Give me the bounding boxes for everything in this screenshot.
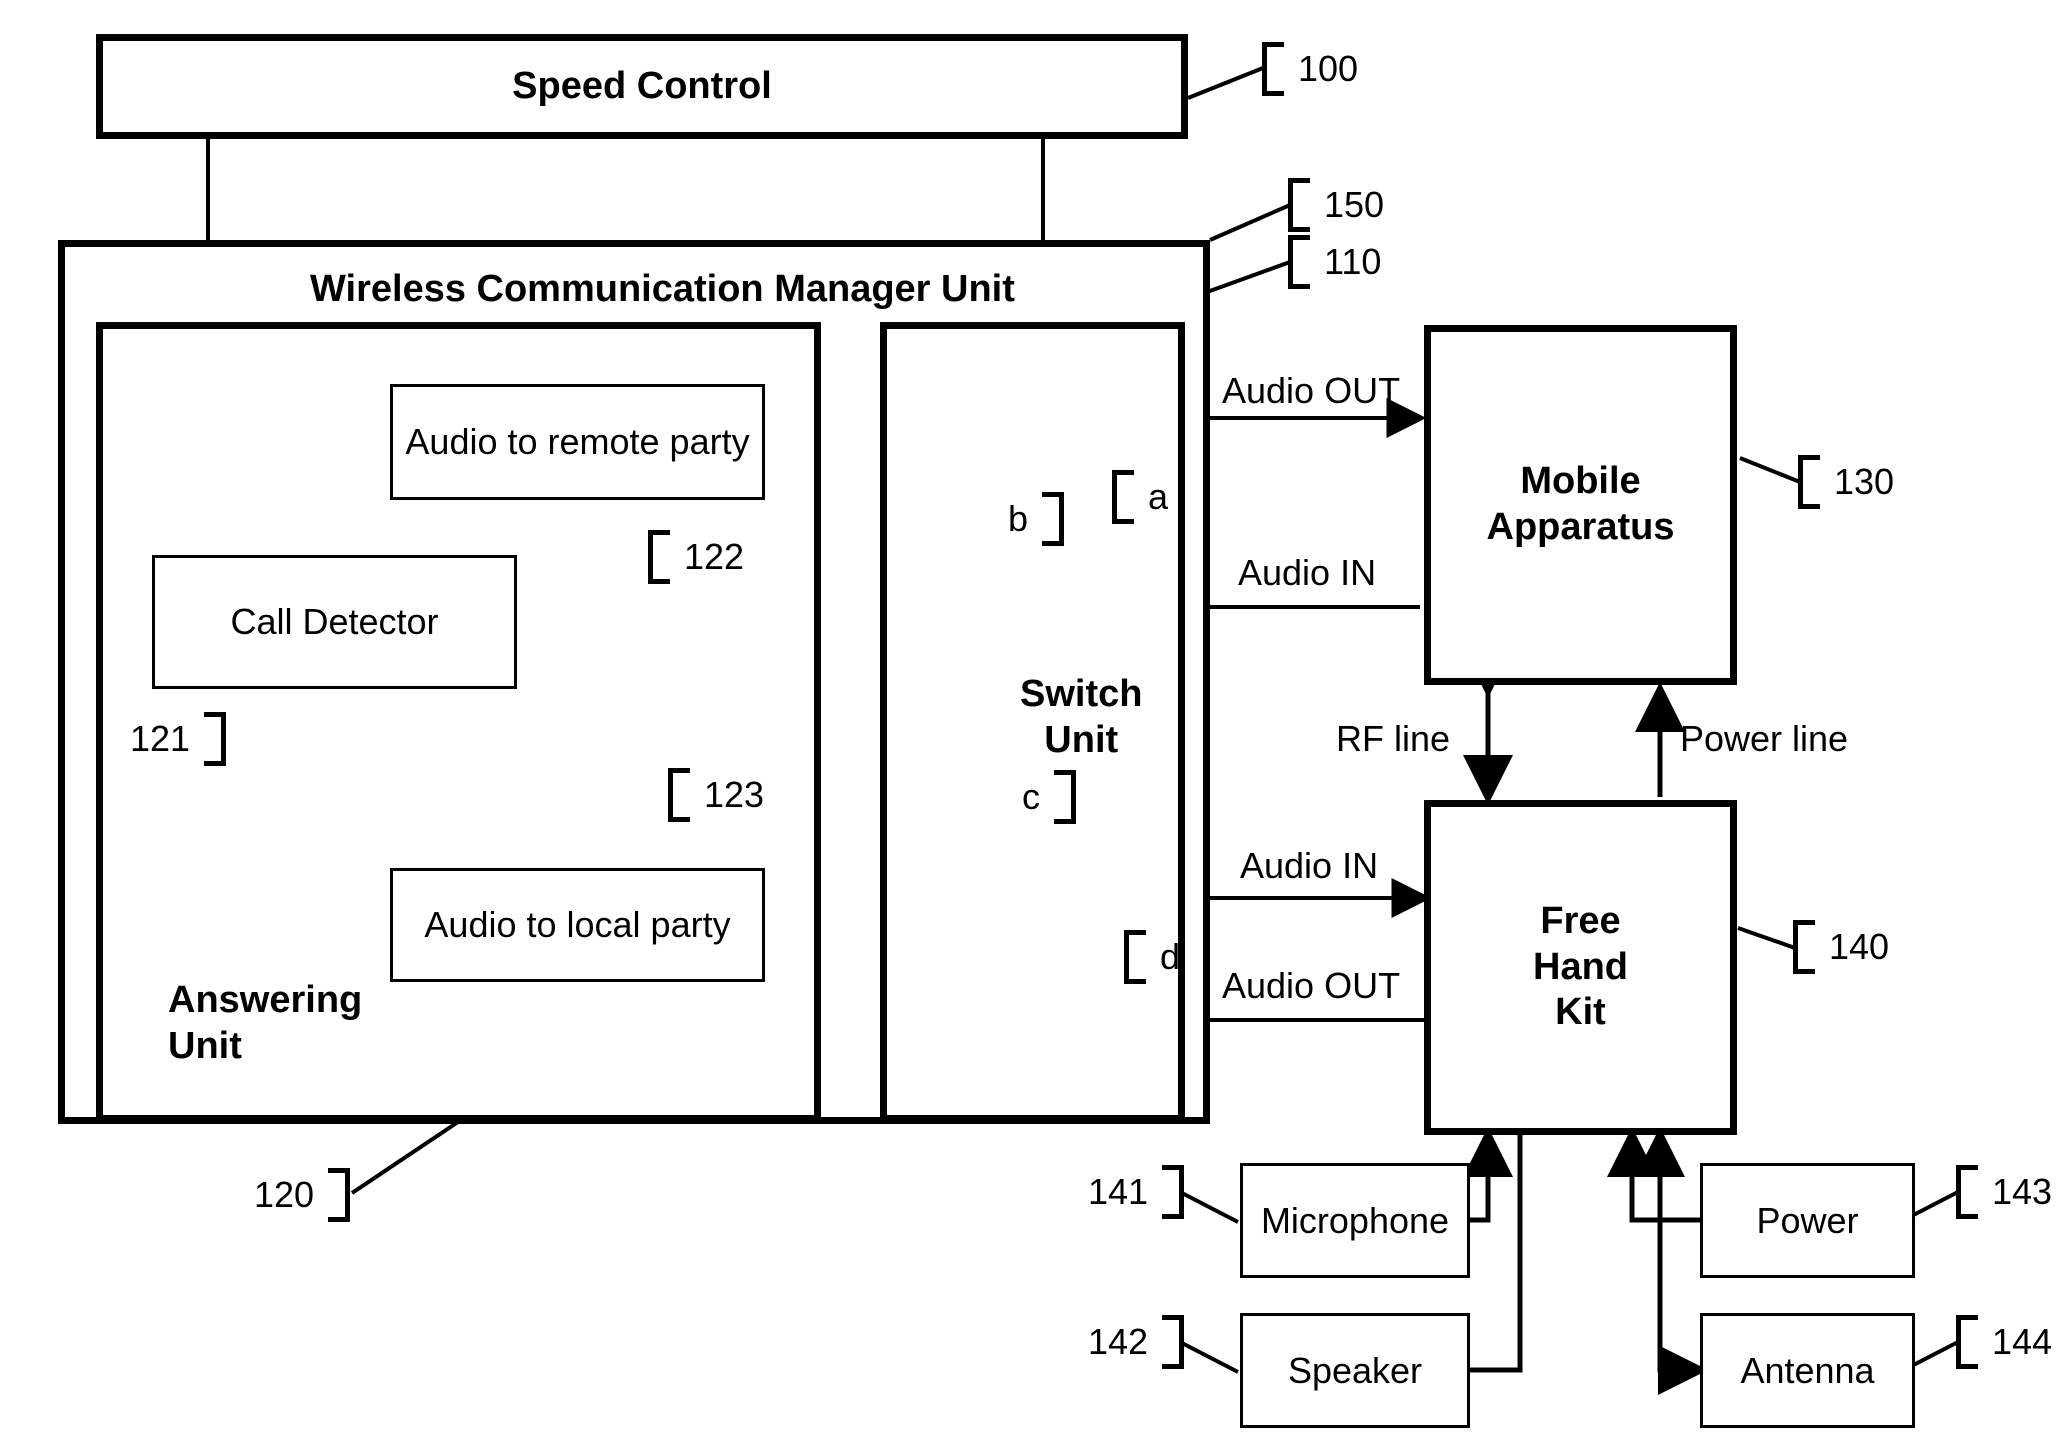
switch-terminal-d: d	[1124, 930, 1180, 984]
audio-to-remote-party-label: Audio to remote party	[405, 421, 750, 463]
signal-label-audio-in-mobile: Audio IN	[1238, 552, 1377, 593]
wireless-manager-label: Wireless Communication Manager Unit	[310, 268, 1015, 310]
ref-140-free-hand-kit: 140	[1793, 920, 1889, 974]
ref-130-mobile-apparatus: 130	[1798, 455, 1894, 509]
bracket-d	[1124, 930, 1146, 984]
switch-terminal-a: a	[1112, 470, 1168, 524]
ref-150-wireless-manager: 150	[1288, 178, 1384, 232]
signal-label-rf-line: RF line	[1336, 718, 1451, 759]
call-detector-label: Call Detector	[230, 601, 439, 643]
call-detector-block: Call Detector	[152, 555, 517, 689]
ref-144-antenna: 144	[1956, 1315, 2052, 1369]
audio-to-local-party-label: Audio to local party	[424, 904, 731, 946]
ref-123-audio-local: 123	[668, 768, 764, 822]
bracket-a	[1112, 470, 1134, 524]
ref-143-power: 143	[1956, 1165, 2052, 1219]
free-hand-kit-block: Free Hand Kit	[1424, 800, 1737, 1135]
microphone-block: Microphone	[1240, 1163, 1470, 1278]
signal-label-audio-out-mobile: Audio OUT	[1222, 370, 1401, 411]
speed-control-block: Speed Control	[96, 34, 1188, 139]
switch-unit-label: Switch Unit	[1020, 673, 1143, 761]
signal-label-audio-out-fhk: Audio OUT	[1222, 965, 1401, 1006]
answering-unit-label: Answering Unit	[168, 979, 363, 1067]
mobile-apparatus-block: Mobile Apparatus	[1424, 325, 1737, 685]
switch-terminal-b: b	[1008, 492, 1065, 546]
switch-terminal-c: c	[1022, 770, 1076, 824]
ref-110-switch-unit: 110	[1288, 235, 1381, 289]
signal-label-power-line: Power line	[1680, 718, 1849, 759]
ref-122-audio-remote: 122	[648, 530, 744, 584]
ref-100-speed-control: 100	[1262, 42, 1358, 96]
audio-to-local-party-block: Audio to local party	[390, 868, 765, 982]
bracket-c	[1054, 770, 1076, 824]
ref-142-speaker: 142	[1088, 1315, 1185, 1369]
ref-120-answering-unit: 120	[254, 1168, 351, 1222]
speaker-block: Speaker	[1240, 1313, 1470, 1428]
speed-control-label: Speed Control	[512, 64, 772, 107]
figure-canvas: Speed Control Wireless Communication Man…	[0, 0, 2066, 1456]
signal-label-audio-in-fhk: Audio IN	[1240, 845, 1379, 886]
power-block: Power	[1700, 1163, 1915, 1278]
audio-to-remote-party-block: Audio to remote party	[390, 384, 765, 500]
ref-121-call-detector: 121	[130, 712, 227, 766]
bracket-b	[1042, 492, 1065, 546]
antenna-block: Antenna	[1700, 1313, 1915, 1428]
ref-141-microphone: 141	[1088, 1165, 1185, 1219]
